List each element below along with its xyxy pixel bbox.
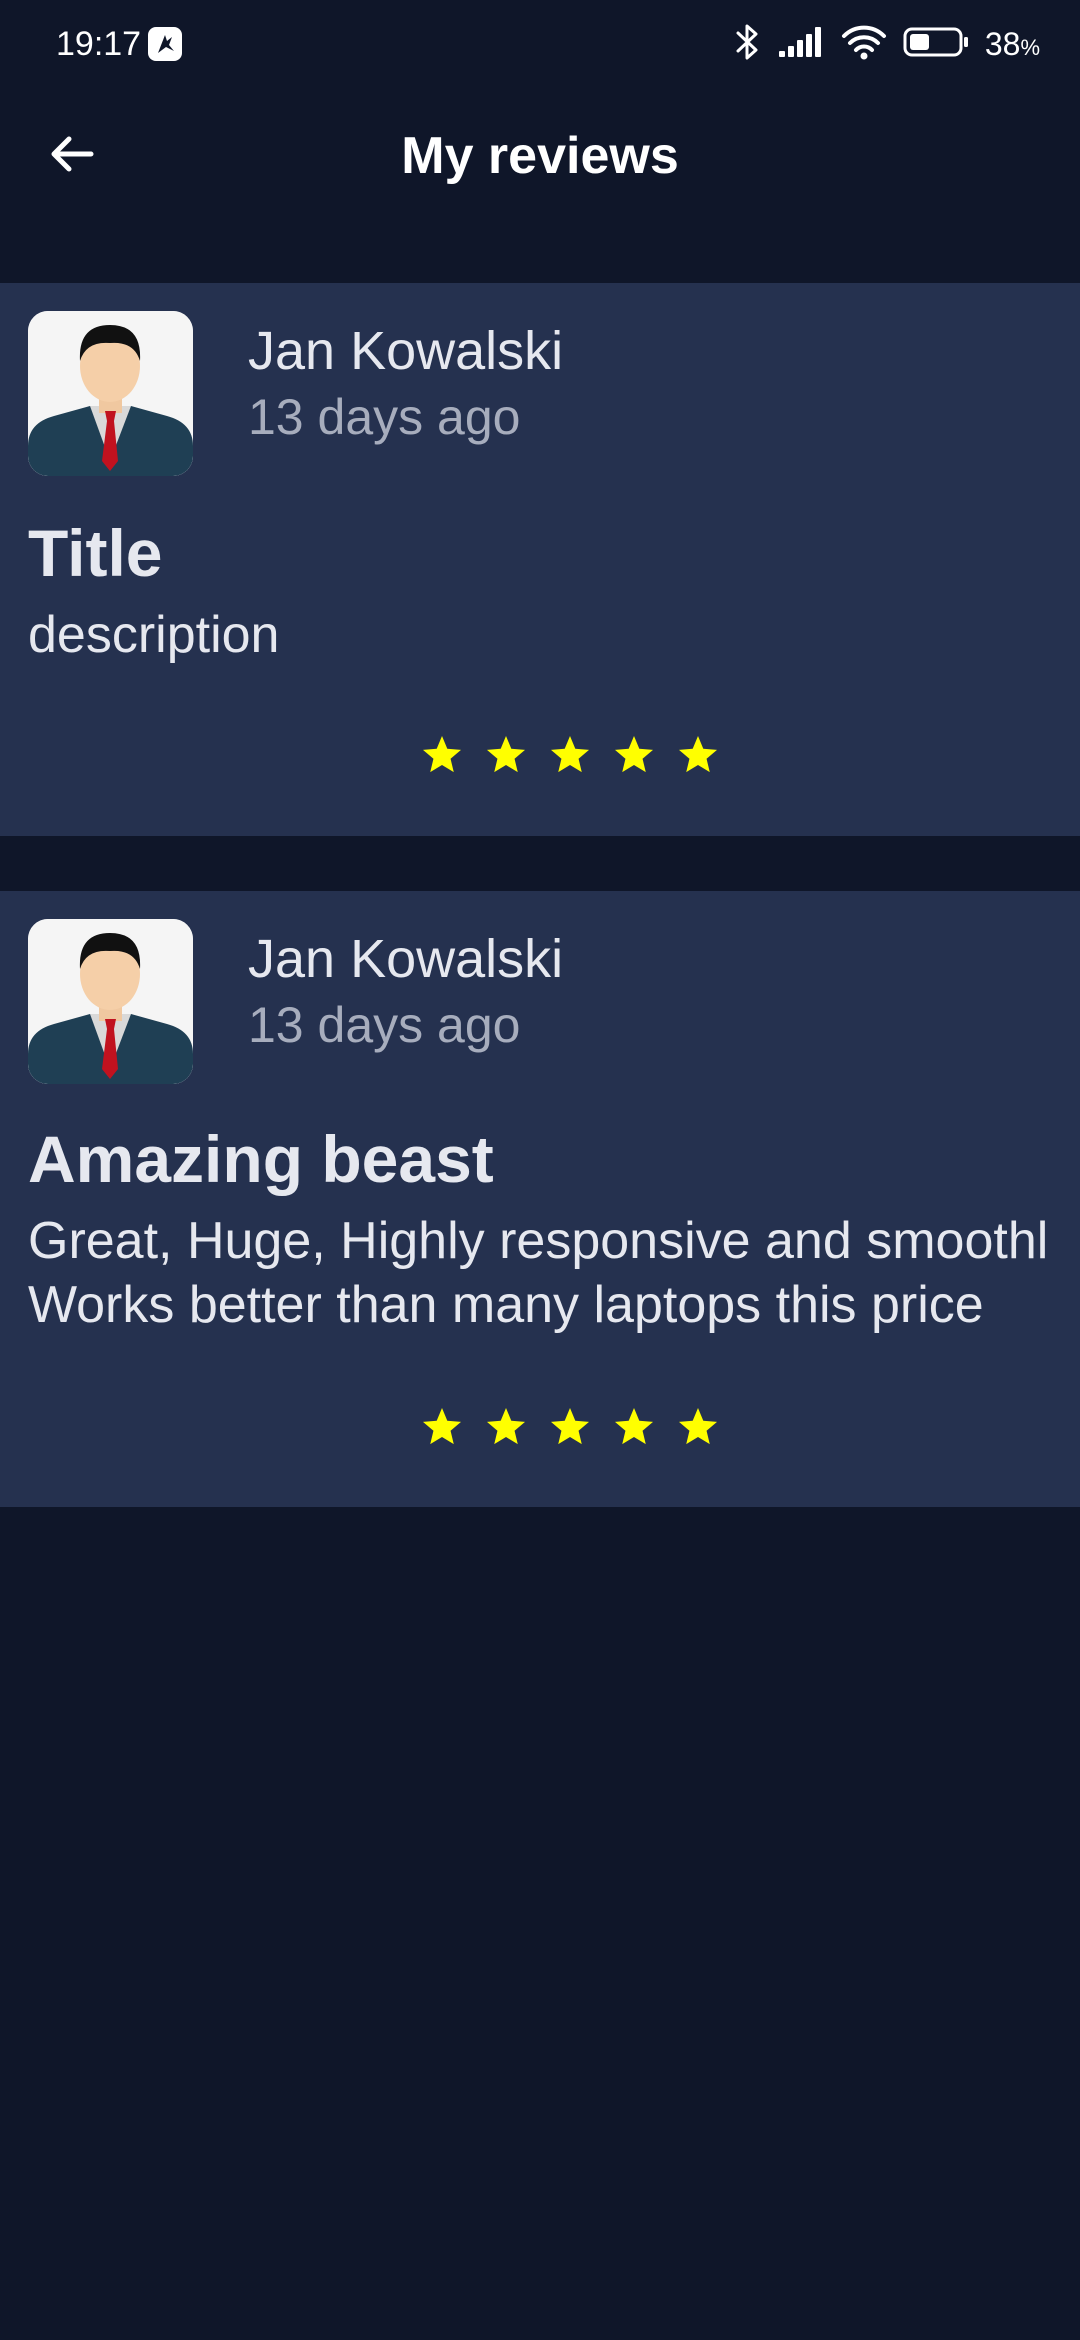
star-icon — [550, 1408, 590, 1445]
star-icon — [678, 1408, 718, 1445]
review-title: Title — [28, 516, 163, 590]
page-title: My reviews — [401, 127, 679, 185]
avatar — [28, 919, 193, 1084]
cellular-signal-icon — [777, 25, 825, 64]
user-avatar-icon — [28, 919, 193, 1084]
app-bar: My reviews — [0, 90, 1080, 220]
review-date: 13 days ago — [248, 997, 521, 1053]
star-icon — [486, 1408, 526, 1445]
star-icon — [422, 1408, 462, 1445]
review-author: Jan Kowalski — [248, 321, 564, 381]
status-bar: 19:17 38% — [0, 0, 1080, 90]
star-rating — [420, 1403, 720, 1451]
battery-percent-unit: % — [1020, 34, 1040, 60]
review-card: Jan Kowalski 13 days ago Title descripti… — [0, 283, 1080, 836]
review-author: Jan Kowalski — [248, 929, 564, 989]
wifi-icon — [841, 24, 887, 65]
status-right-group: 38% — [735, 22, 1040, 66]
avatar — [28, 311, 193, 476]
review-description-line: Great, Huge, Highly responsive and smoot… — [28, 1212, 1049, 1270]
review-title: Amazing beast — [28, 1122, 494, 1196]
star-icon — [678, 736, 718, 773]
review-date: 13 days ago — [248, 389, 521, 445]
review-card: Jan Kowalski 13 days ago Amazing beast G… — [0, 891, 1080, 1507]
status-time: 19:17 — [56, 25, 142, 63]
star-icon — [422, 736, 462, 773]
bluetooth-icon — [735, 22, 761, 67]
star-icon — [550, 736, 590, 773]
star-icon — [614, 736, 654, 773]
battery-percent-value: 38 — [984, 25, 1021, 62]
star-icon — [614, 1408, 654, 1445]
notification-app-icon — [148, 27, 182, 61]
battery-icon — [903, 26, 969, 63]
star-rating — [420, 731, 720, 779]
review-description-line: Works better than many laptops this pric… — [28, 1276, 984, 1334]
user-avatar-icon — [28, 311, 193, 476]
star-icon — [486, 736, 526, 773]
review-description: Great, Huge, Highly responsive and smoot… — [28, 1209, 1048, 1337]
review-description-line: description — [28, 606, 280, 664]
battery-percentage: 38% — [985, 26, 1040, 63]
review-description: description — [28, 603, 279, 667]
